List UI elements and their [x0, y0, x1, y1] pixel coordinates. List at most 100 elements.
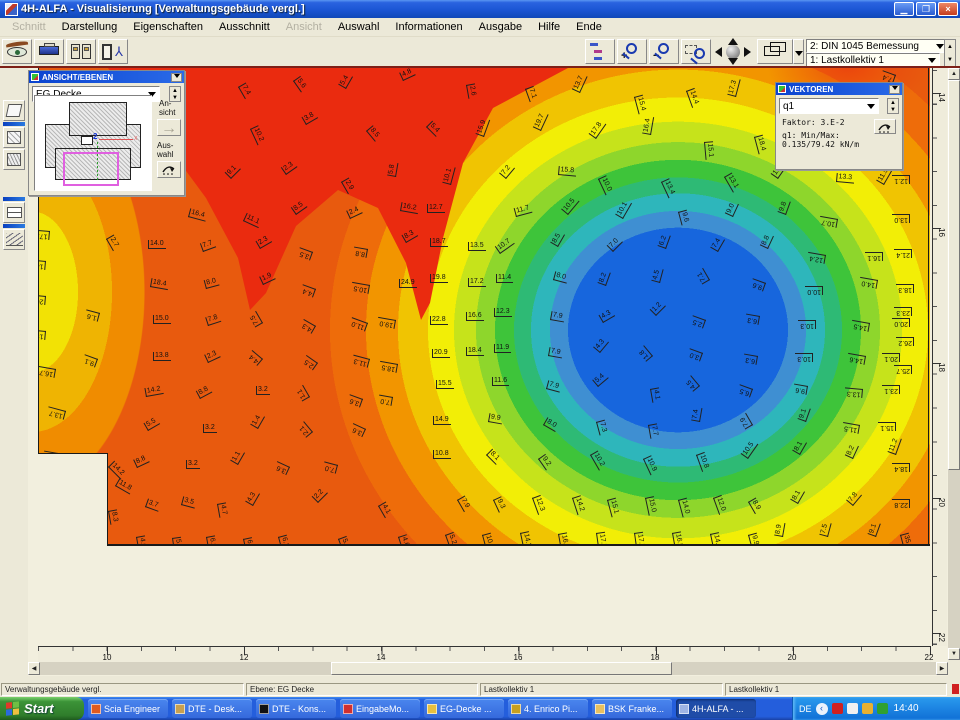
vektor-spinner[interactable]: ▲▼ — [887, 98, 899, 114]
scroll-right-icon[interactable]: ▶ — [936, 662, 948, 675]
vector-annotation: 7.5 — [819, 521, 831, 537]
vector-annotation: 8.9 — [748, 498, 763, 514]
start-label: Start — [24, 701, 54, 716]
vector-annotation: 16.4 — [642, 116, 654, 135]
loadcase-spinner[interactable]: ▲▼ — [944, 39, 956, 67]
view-3d-dropdown-button[interactable] — [793, 39, 804, 64]
taskbar-button[interactable]: EingabeMo... — [340, 699, 420, 718]
language-indicator[interactable]: DE — [799, 704, 812, 714]
palette-collapse-button[interactable] — [171, 73, 182, 82]
pan-left-arrow-icon[interactable] — [715, 47, 722, 57]
vector-annotation: 3.5 — [181, 496, 197, 508]
vector-annotation: 14.4 — [686, 88, 700, 108]
menu-item-darstellung[interactable]: Darstellung — [54, 19, 126, 35]
taskbar-button[interactable]: DTE - Kons... — [256, 699, 336, 718]
contour-fill-button[interactable] — [3, 127, 25, 148]
mesh-button[interactable] — [3, 149, 25, 170]
mini-dragbar[interactable] — [3, 122, 25, 126]
vector-annotation: 7.9 — [457, 496, 472, 512]
menu-item-auswahl[interactable]: Auswahl — [330, 19, 388, 35]
zoom-out-button[interactable]: − — [649, 39, 679, 64]
loadcase-combo[interactable]: 1: Lastkollektiv 1 — [806, 53, 940, 67]
tree-view-button[interactable] — [585, 39, 615, 64]
ansicht-ebenen-palette[interactable]: ANSICHT/EBENEN EG Decke ▲▼ 2 x An- sicht… — [28, 70, 185, 196]
vector-annotation: 5.6 — [293, 76, 308, 92]
pan-control[interactable] — [713, 38, 753, 65]
pan-ball-icon — [726, 45, 740, 59]
toolbar: ⅄ + − 2: DIN 1045 Bemessung 1: Lastkolle… — [0, 37, 960, 66]
tray-icon[interactable] — [847, 703, 858, 714]
vector-annotation: 7.8 — [205, 313, 221, 326]
print-button[interactable] — [34, 39, 64, 64]
windows-icon — [71, 44, 80, 59]
palette-title-bar[interactable]: VEKTOREN — [776, 83, 902, 95]
view-3d-button[interactable] — [757, 39, 793, 64]
vectors-icon — [6, 233, 23, 246]
zoom-window-button[interactable] — [681, 39, 711, 64]
minimize-button[interactable]: ▁ — [894, 2, 914, 16]
vertical-scroll-thumb[interactable] — [948, 80, 960, 470]
title-bar[interactable]: 4H-ALFA - Visualisierung [Verwaltungsgeb… — [0, 0, 960, 18]
tray-icon[interactable] — [832, 703, 843, 714]
taskbar-button[interactable]: BSK Franke... — [592, 699, 672, 718]
taskbar-button[interactable]: EG-Decke ... — [424, 699, 504, 718]
system-tray: DE ‹ 14:40 — [792, 697, 960, 720]
menu-item-ende[interactable]: Ende — [568, 19, 610, 35]
plan-overview[interactable]: 2 x — [34, 95, 152, 191]
vertical-scrollbar[interactable]: ▲ ▼ — [948, 68, 960, 660]
close-button[interactable]: × — [938, 2, 958, 16]
vector-annotation: 4.1 — [378, 502, 393, 518]
visualisation-button[interactable] — [2, 39, 32, 64]
palette-collapse-button[interactable] — [889, 85, 900, 94]
design-combo[interactable]: 2: DIN 1045 Bemessung — [806, 39, 948, 53]
tray-icon[interactable] — [877, 703, 888, 714]
start-button[interactable]: Start — [0, 697, 84, 720]
vector-annotation: 8.1 — [790, 488, 805, 504]
task-button-label: BSK Franke... — [608, 704, 664, 714]
pan-down-arrow-icon[interactable] — [728, 58, 738, 65]
ansicht-apply-button[interactable]: → — [157, 119, 181, 136]
scroll-left-icon[interactable]: ◀ — [28, 662, 40, 675]
vectors-button[interactable] — [3, 229, 25, 250]
taskbar-button[interactable]: 4. Enrico Pi... — [508, 699, 588, 718]
mini-dragbar[interactable] — [3, 197, 25, 201]
cube-icon — [764, 46, 780, 56]
taskbar-button[interactable]: 4H-ALFA - ... — [676, 699, 756, 718]
chevron-down-icon[interactable] — [928, 58, 936, 63]
menu-item-hilfe[interactable]: Hilfe — [530, 19, 568, 35]
mini-dragbar[interactable] — [3, 224, 25, 228]
menu-item-eigenschaften[interactable]: Eigenschaften — [125, 19, 211, 35]
tray-icon[interactable] — [862, 703, 873, 714]
menu-item-ausschnitt[interactable]: Ausschnitt — [211, 19, 278, 35]
ruler-tick-label: 10 — [103, 653, 112, 662]
vector-annotation: 10.3 — [795, 353, 813, 362]
auswahl-button[interactable] — [157, 161, 181, 178]
maximize-button[interactable]: ❐ — [916, 2, 936, 16]
scroll-down-icon[interactable]: ▼ — [948, 648, 960, 660]
vector-annotation: 1.8 — [637, 345, 653, 361]
plane-view-button[interactable] — [3, 100, 25, 121]
vektoren-palette[interactable]: VEKTOREN q1 ▲▼ Faktor: 3.E-2 q1: Min/Max… — [775, 82, 903, 170]
horizontal-scroll-thumb[interactable] — [331, 662, 672, 675]
tray-chevron-icon[interactable]: ‹ — [816, 703, 828, 715]
windows-button[interactable] — [66, 39, 96, 64]
scroll-up-icon[interactable]: ▲ — [948, 68, 960, 80]
menu-item-informationen[interactable]: Informationen — [387, 19, 470, 35]
zoom-in-button[interactable]: + — [617, 39, 647, 64]
horizontal-scrollbar[interactable]: ◀ ▶ — [28, 662, 948, 675]
vector-annotation: 6.3 — [743, 354, 758, 365]
pan-up-arrow-icon[interactable] — [728, 38, 738, 45]
slab-notch — [38, 453, 108, 546]
table-button[interactable] — [3, 202, 25, 223]
vector-annotation: 20.2 — [38, 294, 46, 305]
chevron-down-icon[interactable] — [936, 44, 944, 49]
faktor-button[interactable] — [874, 119, 896, 134]
pan-right-arrow-icon[interactable] — [744, 47, 751, 57]
menu-item-ausgabe[interactable]: Ausgabe — [471, 19, 530, 35]
chevron-down-icon[interactable] — [867, 104, 875, 109]
taskbar-button[interactable]: Scia Engineer — [88, 699, 168, 718]
exit-button[interactable]: ⅄ — [98, 39, 128, 64]
palette-title-bar[interactable]: ANSICHT/EBENEN — [29, 71, 184, 83]
vektor-combo[interactable]: q1 — [779, 98, 879, 114]
taskbar-button[interactable]: DTE - Desk... — [172, 699, 252, 718]
